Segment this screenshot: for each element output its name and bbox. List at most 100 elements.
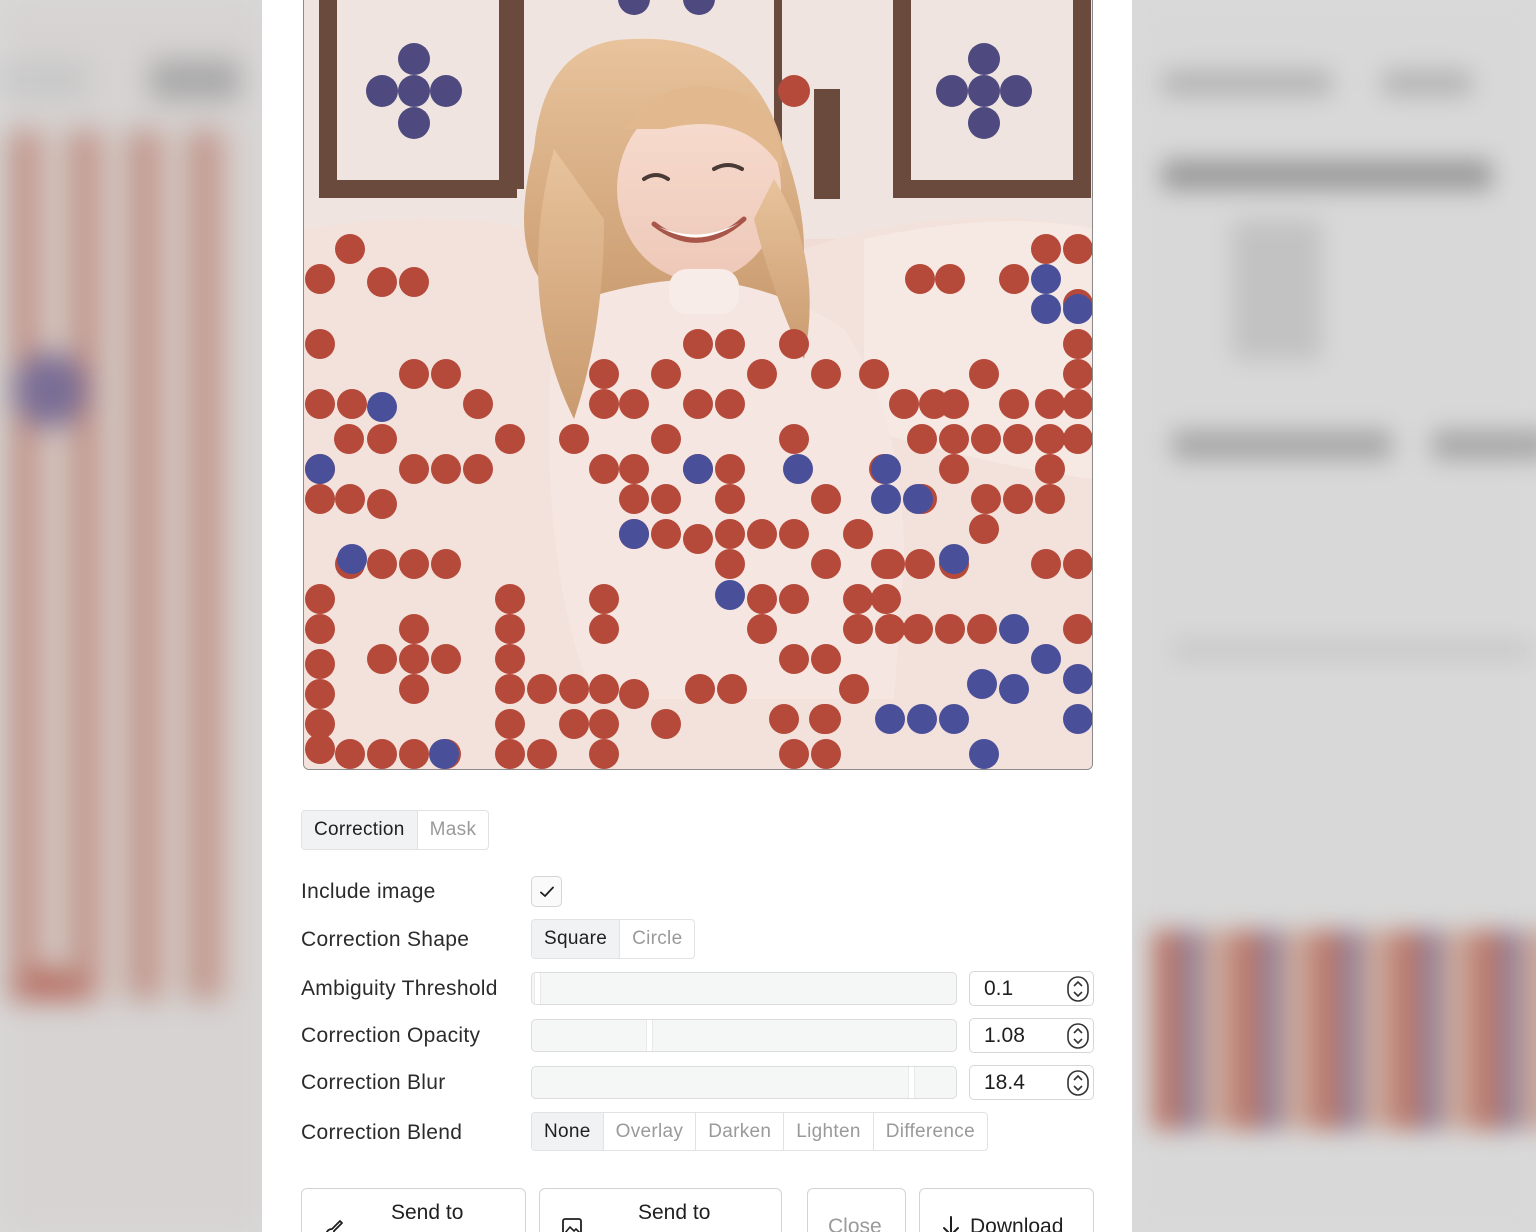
pattern-dot xyxy=(495,424,525,454)
pattern-dot xyxy=(811,704,841,734)
pattern-dot xyxy=(1063,424,1092,454)
ambiguity-threshold-slider[interactable] xyxy=(531,972,957,1005)
blend-overlay[interactable]: Overlay xyxy=(604,1113,697,1150)
shape-circle[interactable]: Circle xyxy=(620,920,694,958)
pattern-dot xyxy=(1003,484,1033,514)
pattern-dot xyxy=(651,424,681,454)
correction-opacity-value: 1.08 xyxy=(984,1023,1025,1047)
blend-lighten[interactable]: Lighten xyxy=(784,1113,874,1150)
background-left-panel xyxy=(0,0,262,1232)
pattern-dot xyxy=(399,549,429,579)
pattern-dot xyxy=(619,454,649,484)
pattern-dot xyxy=(429,739,459,769)
stepper-icon[interactable] xyxy=(1067,1069,1089,1096)
pattern-dot xyxy=(335,234,365,264)
tab-mask[interactable]: Mask xyxy=(418,811,489,849)
pattern-dot xyxy=(871,584,901,614)
ambiguity-threshold-value: 0.1 xyxy=(984,976,1014,1000)
pattern-dot xyxy=(495,644,525,674)
correction-blur-input[interactable]: 18.4 xyxy=(969,1065,1094,1100)
pattern-dot xyxy=(1031,294,1061,324)
pattern-dot xyxy=(999,264,1029,294)
pattern-dot xyxy=(783,454,813,484)
pattern-dot xyxy=(305,734,335,764)
pattern-dot xyxy=(969,359,999,389)
slider-thumb[interactable] xyxy=(646,1020,654,1051)
slider-thumb[interactable] xyxy=(907,1067,915,1098)
pattern-dot xyxy=(399,674,429,704)
blend-none[interactable]: None xyxy=(532,1113,604,1150)
pattern-dot xyxy=(779,329,809,359)
pattern-dot xyxy=(335,484,365,514)
correction-dialog: Correction Mask Include image Correction… xyxy=(262,0,1132,1232)
pattern-dot xyxy=(431,454,461,484)
blend-darken[interactable]: Darken xyxy=(696,1113,785,1150)
pattern-dot xyxy=(495,584,525,614)
stepper-icon[interactable] xyxy=(1067,975,1089,1002)
pattern-dot xyxy=(1063,389,1092,419)
pattern-dot xyxy=(715,454,745,484)
pattern-dot xyxy=(971,424,1001,454)
pattern-dot xyxy=(589,389,619,419)
pattern-dot xyxy=(651,484,681,514)
include-image-label: Include image xyxy=(301,880,436,903)
pattern-dot xyxy=(589,739,619,769)
pattern-dot xyxy=(683,389,713,419)
pattern-dot xyxy=(589,674,619,704)
pattern-dot xyxy=(685,674,715,704)
pattern-dot xyxy=(903,614,933,644)
blend-difference[interactable]: Difference xyxy=(874,1113,987,1150)
ambiguity-threshold-input[interactable]: 0.1 xyxy=(969,971,1094,1006)
correction-opacity-input[interactable]: 1.08 xyxy=(969,1018,1094,1053)
pattern-dot xyxy=(367,549,397,579)
preview-image xyxy=(304,0,1092,769)
pattern-dot xyxy=(969,739,999,769)
send-to-img2img-button[interactable]: Send to xyxy=(539,1188,782,1232)
pattern-dot xyxy=(999,614,1029,644)
pattern-dot xyxy=(1003,424,1033,454)
close-button[interactable]: Close xyxy=(807,1188,906,1232)
pattern-dot xyxy=(619,389,649,419)
pattern-dot xyxy=(589,614,619,644)
include-image-checkbox[interactable] xyxy=(531,876,562,907)
pattern-dot xyxy=(495,709,525,739)
shape-square[interactable]: Square xyxy=(532,920,621,958)
pattern-dot xyxy=(875,614,905,644)
pattern-dot xyxy=(651,709,681,739)
stepper-icon[interactable] xyxy=(1067,1022,1089,1049)
tab-correction[interactable]: Correction xyxy=(302,811,418,849)
pattern-dot xyxy=(843,584,873,614)
ambiguity-threshold-label: Ambiguity Threshold xyxy=(301,977,498,1000)
correction-opacity-label: Correction Opacity xyxy=(301,1024,481,1047)
pattern-dot xyxy=(715,389,745,419)
correction-opacity-slider[interactable] xyxy=(531,1019,957,1052)
pattern-dot xyxy=(1063,549,1092,579)
pattern-dot xyxy=(559,709,589,739)
pattern-dot xyxy=(967,669,997,699)
pattern-dot xyxy=(1063,704,1092,734)
pattern-dot xyxy=(305,584,335,614)
pattern-dot xyxy=(811,644,841,674)
pattern-dot xyxy=(747,359,777,389)
download-button[interactable]: Download xyxy=(919,1188,1094,1232)
correction-blur-slider[interactable] xyxy=(531,1066,957,1099)
pattern-dot xyxy=(305,389,335,419)
pattern-dot xyxy=(811,549,841,579)
pattern-dot xyxy=(463,389,493,419)
pattern-dot xyxy=(367,489,397,519)
pattern-dot xyxy=(431,644,461,674)
pattern-dot xyxy=(1031,549,1061,579)
pattern-dot xyxy=(905,549,935,579)
pattern-dot xyxy=(305,329,335,359)
pattern-dot xyxy=(399,614,429,644)
pattern-dot xyxy=(399,267,429,297)
send-to-label: Send to xyxy=(391,1201,464,1224)
pattern-dot xyxy=(367,644,397,674)
pattern-dot xyxy=(971,484,1001,514)
send-to-inpaint-button[interactable]: Send to xyxy=(301,1188,526,1232)
pattern-dot xyxy=(619,519,649,549)
pattern-dot xyxy=(939,454,969,484)
pattern-dot xyxy=(935,614,965,644)
pattern-dot xyxy=(463,454,493,484)
slider-thumb[interactable] xyxy=(534,973,541,1004)
